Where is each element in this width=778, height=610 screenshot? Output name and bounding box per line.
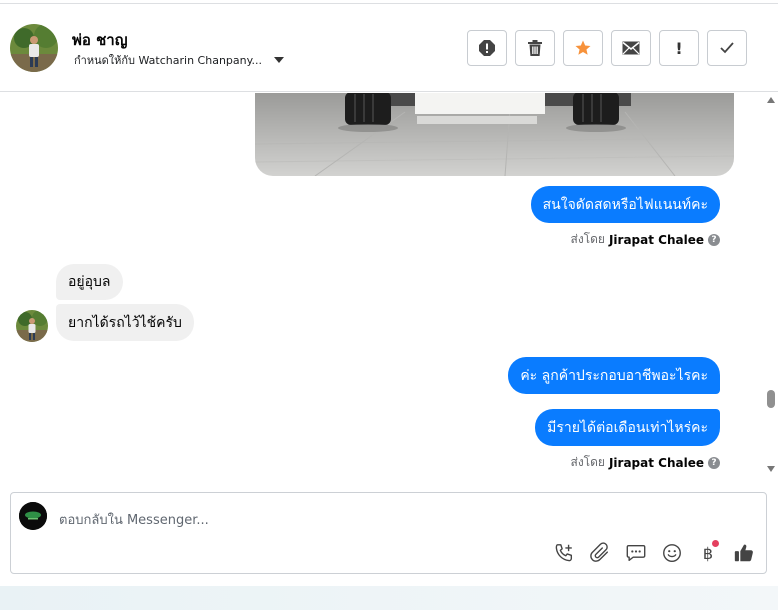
composer-tools: ฿ — [552, 540, 756, 565]
page-background-strip — [0, 586, 778, 610]
incoming-message[interactable]: ยากได้รถไว้ไช้ครับ — [56, 304, 194, 341]
sent-by-note: ส่งโดย Jirapat Chalee ? — [570, 230, 720, 249]
sent-by-prefix: ส่งโดย — [570, 232, 605, 246]
outgoing-message[interactable]: ค่ะ ลูกค้าประกอบอาชีพอะไรคะ — [508, 357, 720, 394]
agent-name: Jirapat Chalee — [608, 455, 704, 470]
smiley-icon — [663, 544, 681, 562]
reply-input[interactable]: ตอบกลับใน Messenger... — [59, 509, 209, 530]
star-icon — [575, 40, 591, 55]
reply-composer[interactable]: ตอบกลับใน Messenger... ฿ — [10, 492, 767, 574]
chat-bubble-icon — [626, 544, 646, 562]
sent-by-prefix: ส่งโดย — [570, 455, 605, 469]
thumbs-up-icon — [734, 544, 753, 562]
call-button[interactable] — [552, 541, 576, 565]
payment-button[interactable]: ฿ — [696, 540, 720, 565]
mark-spam-button[interactable]: ! — [659, 30, 699, 66]
check-icon — [720, 42, 734, 54]
outgoing-message[interactable]: มีรายได้ต่อเดือนเท่าไหร่คะ — [535, 409, 720, 446]
conversation-header: พ่อ ชาญ กำหนดให้กับ Watcharin Chanpany..… — [0, 4, 778, 92]
contact-avatar[interactable] — [10, 24, 58, 72]
scroll-thumb[interactable] — [767, 390, 775, 408]
saved-replies-button[interactable] — [624, 541, 648, 565]
mark-done-button[interactable] — [707, 30, 747, 66]
assignee-dropdown[interactable]: กำหนดให้กับ Watcharin Chanpany... — [74, 51, 285, 69]
scroll-down-icon[interactable] — [767, 466, 775, 472]
baht-icon: ฿ — [702, 543, 714, 563]
incoming-message[interactable]: อยู่อุบล — [56, 264, 123, 300]
paperclip-icon — [590, 542, 609, 562]
thread-scrollbar[interactable] — [764, 93, 778, 478]
messenger-inbox-panel: พ่อ ชาญ กำหนดให้กับ Watcharin Chanpany..… — [0, 0, 778, 610]
outgoing-message[interactable]: สนใจดัดสดหรือไฟแนนท์คะ — [530, 186, 720, 223]
phone-plus-icon — [555, 544, 573, 562]
envelope-icon — [622, 41, 640, 55]
attach-button[interactable] — [588, 541, 612, 565]
exclamation-icon: ! — [675, 38, 683, 58]
help-icon[interactable]: ? — [708, 456, 720, 469]
help-icon[interactable]: ? — [708, 233, 720, 246]
notification-dot — [712, 540, 719, 547]
like-button[interactable] — [732, 541, 756, 565]
caret-down-icon — [274, 57, 285, 63]
header-actions: ! — [467, 30, 747, 66]
contact-avatar-small[interactable] — [16, 310, 48, 342]
message-thread[interactable]: สนใจดัดสดหรือไฟแนนท์คะ ส่งโดย Jirapat Ch… — [0, 93, 764, 478]
trash-icon — [528, 40, 542, 56]
delete-button[interactable] — [515, 30, 555, 66]
agent-name: Jirapat Chalee — [608, 232, 704, 247]
star-button[interactable] — [563, 30, 603, 66]
mark-unread-button[interactable] — [611, 30, 651, 66]
assignee-label: กำหนดให้กับ Watcharin Chanpany... — [74, 54, 263, 67]
car-photo-attachment[interactable] — [255, 93, 734, 176]
sent-by-note: ส่งโดย Jirapat Chalee ? — [570, 453, 720, 472]
emoji-button[interactable] — [660, 541, 684, 565]
page-avatar — [19, 502, 47, 530]
contact-name: พ่อ ชาญ — [72, 31, 128, 49]
report-icon — [479, 40, 495, 56]
scroll-up-icon[interactable] — [767, 97, 775, 103]
report-button[interactable] — [467, 30, 507, 66]
